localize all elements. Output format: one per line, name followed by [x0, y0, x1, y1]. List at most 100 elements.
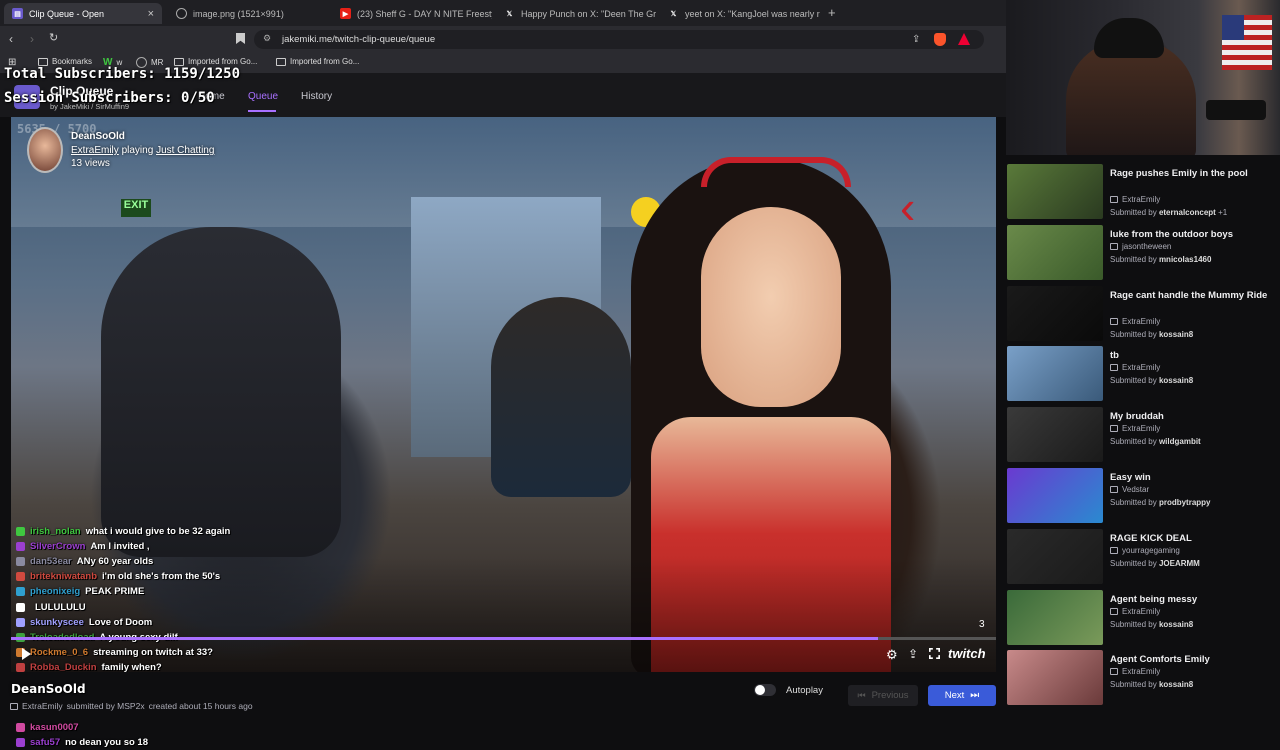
reload-icon[interactable]: ↻ — [49, 31, 58, 44]
channel-icon — [1110, 607, 1118, 615]
channel-avatar[interactable] — [27, 127, 63, 173]
queue-item-thumbnail — [1007, 224, 1103, 280]
flag-canton — [1222, 15, 1244, 40]
browser-tab[interactable]: ▶ (23) Sheff G - DAY N NITE Freestyle ( — [332, 3, 492, 24]
chat-badge-icon — [16, 557, 25, 567]
chat-text: streaming on twitch at 33? — [93, 646, 213, 658]
share-icon[interactable]: ⇪ — [912, 34, 920, 45]
settings-gear-icon[interactable]: ⚙ — [886, 647, 898, 663]
streamer-hair — [1094, 18, 1164, 58]
clip-meta-submitted: submitted by MSP2x — [66, 701, 145, 711]
chat-message: britekniwatanb i'm old she's from the 50'… — [16, 569, 220, 584]
new-tab-icon[interactable]: + — [828, 5, 836, 20]
tab-title: Clip Queue - Open — [29, 8, 105, 19]
submitted-by-prefix: Submitted by — [1110, 208, 1157, 217]
brave-shield-icon[interactable] — [934, 33, 946, 46]
queue-item[interactable]: My bruddah ExtraEmily Submitted by wildgam… — [1006, 407, 1280, 467]
url-bar[interactable]: ⚙ jakemiki.me/twitch-clip-queue/queue — [254, 30, 984, 49]
queue-item-channel-name: yourragegaming — [1122, 545, 1180, 555]
submitter-name: kossain8 — [1158, 329, 1194, 339]
back-icon[interactable]: ‹ — [9, 32, 13, 46]
arrow-sign: ‹ — [900, 181, 916, 233]
queue-item-title: tb — [1110, 350, 1119, 362]
chat-text: PEAK PRIME — [85, 586, 145, 598]
chat-message: dan53ear ANy 60 year olds — [16, 554, 153, 569]
autoplay-label: Autoplay — [786, 685, 823, 696]
total-subscribers-overlay: Total Subscribers: 1159/1250 — [4, 66, 241, 82]
clip-channel-link[interactable]: ExtraEmily — [71, 145, 119, 156]
tab-title: Happy Punch on X: "Deen The Great — [521, 8, 656, 19]
browser-tab[interactable]: image.png (1521×991) — [168, 3, 328, 24]
forward-icon[interactable]: › — [30, 32, 34, 46]
play-icon[interactable] — [22, 648, 31, 660]
chat-badge-icon — [16, 738, 25, 748]
tab-title: (23) Sheff G - DAY N NITE Freestyle ( — [357, 8, 492, 19]
clip-queue-favicon-icon: ▤ — [12, 8, 23, 19]
queue-item-submitter: Submitted by kossain8 — [1110, 330, 1193, 339]
submitted-by-prefix: Submitted by — [1110, 376, 1157, 386]
autoplay-toggle[interactable] — [754, 684, 776, 696]
chat-text: what i would give to be 32 again — [85, 526, 231, 537]
chat-message: kasun0007 — [16, 720, 84, 735]
previous-button[interactable]: ⏮ Previous — [848, 685, 918, 706]
video-player[interactable]: EXIT — [11, 117, 996, 672]
browser-tab[interactable]: 𝕏 yeet on X: "KangJoel was nearly robb — [660, 3, 820, 24]
chat-message: LULULULU — [16, 600, 86, 615]
tab-title: image.png (1521×991) — [193, 8, 284, 19]
folder-icon — [276, 57, 286, 66]
queue-item[interactable]: Rage pushes Emily in the pool ExtraEmily S… — [1006, 164, 1280, 224]
queue-item-title: Agent Comforts Emily — [1110, 654, 1210, 666]
chat-text: Am I invited , — [90, 541, 150, 553]
queue-item[interactable]: Agent Comforts Emily ExtraEmily Submitted … — [1006, 650, 1280, 710]
person-background — [491, 297, 631, 497]
clip-title: DeanSoOld — [71, 131, 125, 142]
nav-queue[interactable]: Queue — [248, 91, 278, 102]
bookmark-label: Imported from Go... — [290, 57, 360, 66]
queue-item-title: RAGE KICK DEAL — [1110, 532, 1192, 544]
queue-item-channel: yourragegaming — [1110, 546, 1180, 555]
queue-item-channel: jasontheween — [1110, 242, 1171, 251]
chat-message: pheonixeig PEAK PRIME — [16, 584, 144, 599]
queue-item-title: Rage cant handle the Mummy Ride — [1110, 289, 1268, 301]
clip-channel-line: ExtraEmily playing Just Chatting — [71, 145, 214, 156]
clip-game-link[interactable]: Just Chatting — [156, 145, 214, 156]
submitter-name: prodbytrappy — [1158, 498, 1211, 507]
queue-item-thumbnail — [1007, 589, 1103, 645]
queue-item-submitter: Submitted by wildgambit — [1110, 437, 1201, 446]
queue-item[interactable]: Agent being messy ExtraEmily Submitted by … — [1006, 589, 1280, 650]
next-button[interactable]: Next ⏭ — [928, 685, 996, 706]
queue-item[interactable]: Easy win Vedstar Submitted by prodbytrappy — [1006, 468, 1280, 528]
queue-item-channel-name: Vedstar — [1122, 485, 1150, 494]
chat-username: pheonixeig — [30, 586, 81, 598]
browser-tab[interactable]: 𝕏 Happy Punch on X: "Deen The Great — [496, 3, 656, 24]
chat-message: Rockme_0_6 streaming on twitch at 33? — [16, 645, 213, 660]
bookmark-icon[interactable] — [236, 33, 245, 44]
queue-item[interactable]: tb ExtraEmily Submitted by kossain8 — [1006, 346, 1280, 406]
chat-badge-icon — [16, 617, 25, 627]
red-headband — [701, 157, 851, 187]
share-icon[interactable]: ⇪ — [908, 647, 918, 661]
nav-history[interactable]: History — [301, 91, 332, 102]
submitted-by-prefix: Submitted by — [1110, 437, 1157, 447]
queue-item-thumbnail — [1007, 285, 1103, 341]
chat-message: SilverCrown Am I invited , — [16, 539, 150, 554]
bookmark-item[interactable]: Bookmarks — [38, 57, 92, 66]
queue-item[interactable]: Rage cant handle the Mummy Ride ExtraEmil… — [1006, 285, 1280, 346]
bookmark-item[interactable]: Imported from Go... — [174, 57, 257, 66]
queue-item[interactable]: luke from the outdoor boys jasontheween Su… — [1006, 224, 1280, 285]
queue-item-channel: ExtraEmily — [1110, 424, 1160, 433]
nav-active-indicator — [248, 110, 276, 112]
chat-username: safu57 — [30, 737, 61, 749]
queue-item[interactable]: RAGE KICK DEAL yourragegaming Submitted by… — [1006, 528, 1280, 589]
twitch-logo-icon[interactable]: twitch — [948, 646, 986, 661]
chat-badge-icon — [16, 527, 25, 536]
video-progress-fill — [11, 637, 878, 640]
channel-icon — [1110, 196, 1118, 203]
submitted-by-prefix: Submitted by — [1110, 329, 1157, 339]
close-tab-icon[interactable]: × — [148, 8, 154, 20]
browser-tab-active[interactable]: ▤ Clip Queue - Open × — [4, 3, 162, 24]
submitted-by-prefix: Submitted by — [1110, 619, 1157, 629]
site-settings-icon[interactable]: ⚙ — [263, 33, 271, 44]
bookmark-item[interactable]: Imported from Go... — [276, 57, 359, 66]
chat-username: kasun0007 — [30, 722, 79, 734]
